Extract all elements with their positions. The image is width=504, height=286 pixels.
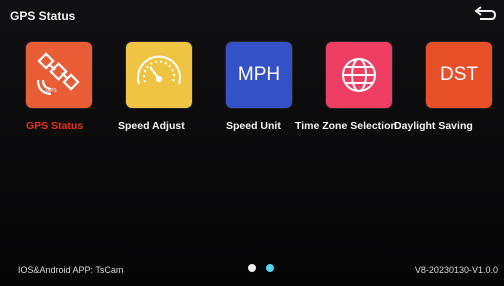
app-label: GPS Status <box>26 120 84 132</box>
daylight-saving-tile[interactable]: DST <box>426 42 492 108</box>
back-arrow-icon[interactable] <box>472 5 498 25</box>
speedometer-icon <box>137 55 181 85</box>
screen: GPS Status GPS GPS Status Speed Adjust M… <box>0 0 504 286</box>
app-grid: GPS GPS Status Speed Adjust MPH Speed Un… <box>0 42 504 142</box>
app-label: Speed Adjust <box>118 120 185 132</box>
globe-icon <box>342 58 376 92</box>
page-dot-active[interactable] <box>266 264 274 272</box>
app-label: Time Zone Selection <box>295 120 397 132</box>
speed-adjust-tile[interactable] <box>126 42 192 108</box>
gps-status-tile[interactable]: GPS <box>26 42 92 108</box>
svg-text:GPS: GPS <box>46 88 57 94</box>
page-indicator <box>244 262 284 274</box>
speed-unit-tile[interactable]: MPH <box>226 42 292 108</box>
time-zone-tile[interactable] <box>326 42 392 108</box>
satellite-icon: GPS <box>36 52 80 96</box>
version-text: V8-20230130-V1.0.0 <box>414 265 498 275</box>
app-label: Speed Unit <box>226 120 281 132</box>
app-label: Daylight Saving <box>394 120 473 132</box>
app-info-text: IOS&Android APP: TsCam <box>18 265 124 275</box>
dst-text: DST <box>440 64 478 85</box>
page-dot[interactable] <box>248 264 256 272</box>
page-title: GPS Status <box>10 9 76 23</box>
mph-text: MPH <box>237 64 281 85</box>
